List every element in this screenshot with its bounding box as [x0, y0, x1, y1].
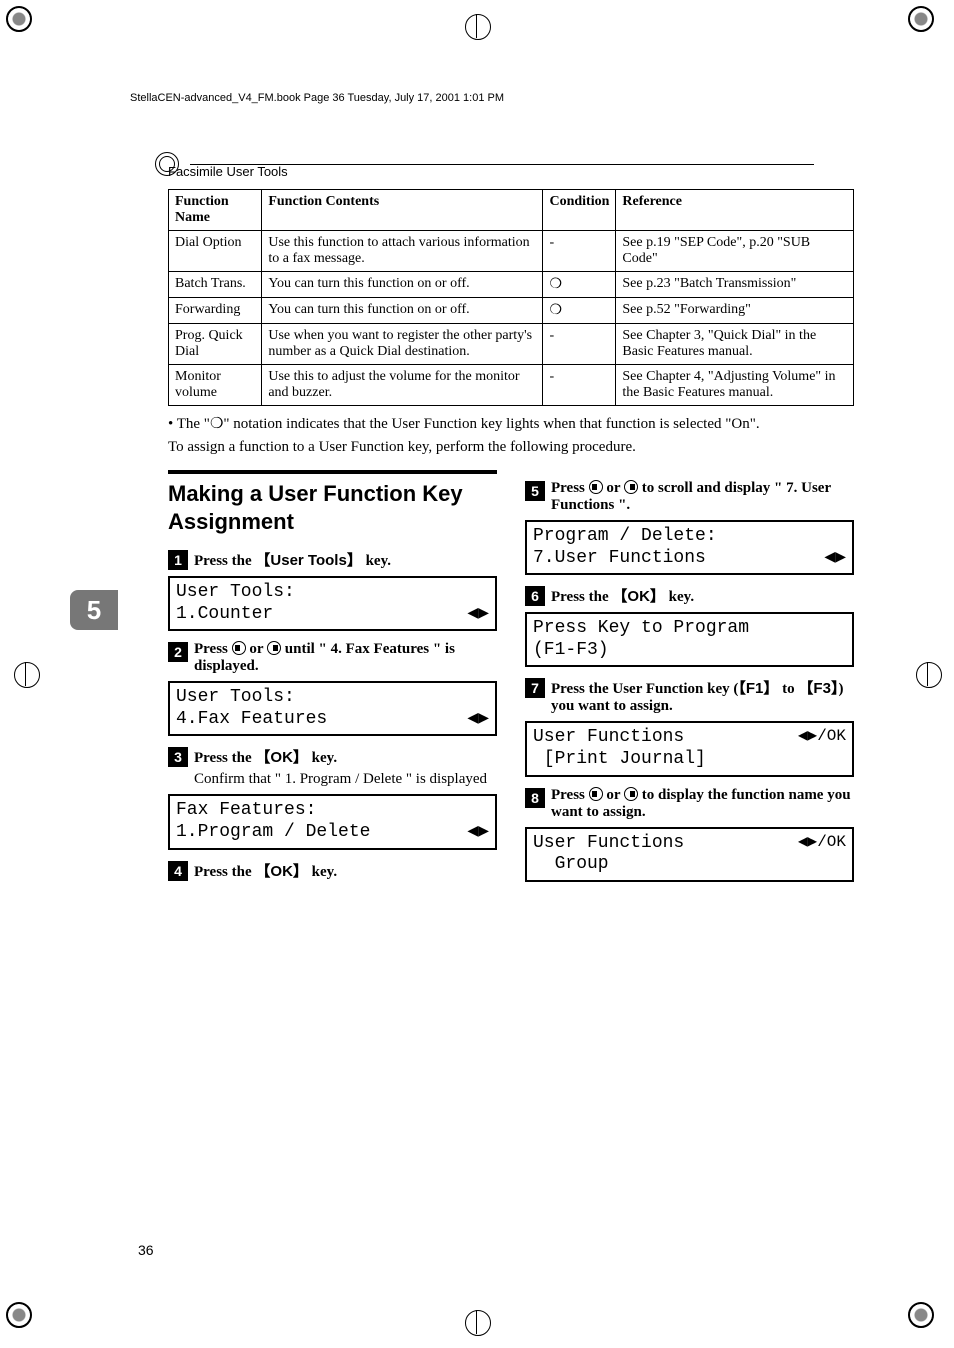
step-number-icon: 6 — [525, 586, 545, 606]
step: 8 Press or to display the function name y… — [525, 787, 854, 821]
step-text: Press the User Tools key. — [194, 549, 391, 570]
step: 3 Press the OK key. — [168, 746, 497, 767]
step-subtext: Confirm that " 1. Program / Delete " is … — [194, 771, 497, 788]
step: 1 Press the User Tools key. — [168, 549, 497, 570]
lcd-display: Fax Features: 1.Program / Delete◀▶ — [168, 794, 497, 849]
cell-contents: Use when you want to register the other … — [262, 324, 543, 365]
cell-contents: You can turn this function on or off. — [262, 272, 543, 298]
condition-note: • The "❍" notation indicates that the Us… — [168, 414, 854, 433]
col-condition: Condition — [543, 190, 616, 231]
cell-reference: See Chapter 4, "Adjusting Volume" in the… — [616, 365, 854, 406]
book-header: StellaCEN-advanced_V4_FM.book Page 36 Tu… — [130, 92, 894, 104]
table-row: ForwardingYou can turn this function on … — [169, 298, 854, 324]
step-number-icon: 1 — [168, 550, 188, 570]
binder-icon — [155, 152, 179, 176]
registration-mark — [465, 14, 489, 38]
lcd-ok-indicator: ◀▶/OK — [798, 833, 846, 852]
step: 7 Press the User Function key (F1 to F3) … — [525, 677, 854, 715]
cell-contents: You can turn this function on or off. — [262, 298, 543, 324]
step-number-icon: 2 — [168, 642, 188, 662]
step-number-icon: 7 — [525, 678, 545, 698]
table-row: Dial OptionUse this function to attach v… — [169, 231, 854, 272]
cell-reference: See p.19 "SEP Code", p.20 "SUB Code" — [616, 231, 854, 272]
step-number-icon: 3 — [168, 747, 188, 767]
cell-reference: See Chapter 3, "Quick Dial" in the Basic… — [616, 324, 854, 365]
cell-contents: Use this to adjust the volume for the mo… — [262, 365, 543, 406]
lcd-arrows-icon: ◀▶ — [467, 822, 489, 844]
step-text: Press the OK key. — [551, 585, 694, 606]
registration-mark — [465, 1310, 489, 1334]
chapter-tab: 5 — [70, 590, 118, 630]
right-arrow-button-icon — [624, 480, 638, 494]
lcd-display: User Functions Group◀▶/OK — [525, 827, 854, 882]
lcd-arrows-icon: ◀▶ — [824, 548, 846, 570]
lcd-display: Program / Delete: 7.User Functions◀▶ — [525, 520, 854, 575]
registration-mark — [14, 662, 38, 686]
cell-name: Prog. Quick Dial — [169, 324, 262, 365]
cell-condition: - — [543, 231, 616, 272]
lcd-display: Press Key to Program (F1-F3) — [525, 612, 854, 667]
lcd-display: User Tools: 1.Counter◀▶ — [168, 576, 497, 631]
step-text: Press or until " 4. Fax Features " is di… — [194, 641, 497, 675]
keycap: OK — [255, 749, 308, 766]
cell-contents: Use this function to attach various info… — [262, 231, 543, 272]
step-text: Press or to scroll and display " 7. User… — [551, 480, 854, 514]
lcd-arrows-icon: ◀▶ — [467, 604, 489, 626]
keycap: F3 — [798, 680, 838, 697]
col-reference: Reference — [616, 190, 854, 231]
cell-name: Dial Option — [169, 231, 262, 272]
registration-mark — [916, 662, 940, 686]
table-row: Batch Trans.You can turn this function o… — [169, 272, 854, 298]
step-text: Press the User Function key (F1 to F3) y… — [551, 677, 854, 715]
condition-circle-icon: ❍ — [210, 415, 223, 432]
col-function-contents: Function Contents — [262, 190, 543, 231]
table-row: Monitor volumeUse this to adjust the vol… — [169, 365, 854, 406]
step-text: Press the OK key. — [194, 860, 337, 881]
lcd-ok-indicator: ◀▶/OK — [798, 727, 846, 746]
cell-condition: - — [543, 324, 616, 365]
right-arrow-button-icon — [267, 641, 281, 655]
lcd-arrows-icon: ◀▶ — [467, 709, 489, 731]
right-arrow-button-icon — [624, 787, 638, 801]
section-title: Facsimile User Tools — [168, 164, 894, 179]
step: 4 Press the OK key. — [168, 860, 497, 881]
step: 2 Press or until " 4. Fax Features " is d… — [168, 641, 497, 675]
lcd-display: User Tools: 4.Fax Features◀▶ — [168, 681, 497, 736]
cell-reference: See p.52 "Forwarding" — [616, 298, 854, 324]
step: 6 Press the OK key. — [525, 585, 854, 606]
cell-reference: See p.23 "Batch Transmission" — [616, 272, 854, 298]
step-text: Press the OK key. — [194, 746, 337, 767]
col-function-name: Function Name — [169, 190, 262, 231]
step-number-icon: 4 — [168, 861, 188, 881]
crop-mark — [6, 6, 46, 46]
cell-condition: ❍ — [543, 298, 616, 324]
crop-mark — [908, 6, 948, 46]
crop-mark — [6, 1302, 46, 1342]
keycap: OK — [255, 863, 308, 880]
header-rule — [190, 164, 814, 165]
step-number-icon: 8 — [525, 788, 545, 808]
cell-name: Monitor volume — [169, 365, 262, 406]
lcd-display: User Functions [Print Journal]◀▶/OK — [525, 721, 854, 776]
cell-condition: - — [543, 365, 616, 406]
page-number: 36 — [138, 1242, 154, 1258]
procedure-heading: Making a User Function Key Assignment — [168, 470, 497, 535]
assign-note: To assign a function to a User Function … — [168, 439, 854, 456]
left-arrow-button-icon — [589, 787, 603, 801]
keycap: User Tools — [255, 552, 361, 569]
keycap: F1 — [738, 680, 778, 697]
left-arrow-button-icon — [232, 641, 246, 655]
left-arrow-button-icon — [589, 480, 603, 494]
step-text: Press or to display the function name yo… — [551, 787, 854, 821]
table-row: Prog. Quick DialUse when you want to reg… — [169, 324, 854, 365]
crop-mark — [908, 1302, 948, 1342]
cell-name: Batch Trans. — [169, 272, 262, 298]
function-table: Function Name Function Contents Conditio… — [168, 189, 854, 406]
cell-condition: ❍ — [543, 272, 616, 298]
step-number-icon: 5 — [525, 481, 545, 501]
cell-name: Forwarding — [169, 298, 262, 324]
keycap: OK — [612, 588, 665, 605]
step: 5 Press or to scroll and display " 7. Use… — [525, 480, 854, 514]
